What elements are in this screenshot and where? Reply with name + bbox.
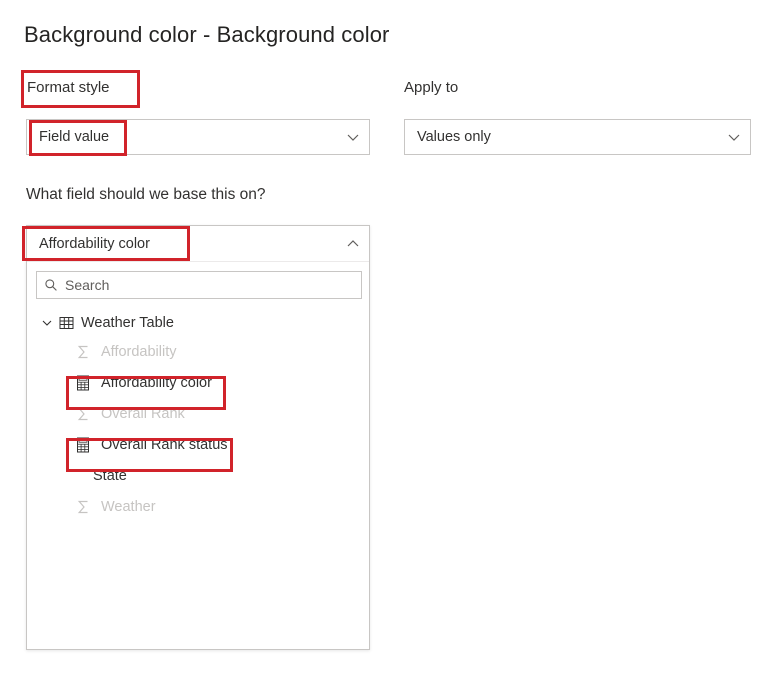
search-icon [37,278,65,292]
tree-item-label: State [93,467,127,484]
apply-to-value: Values only [417,129,491,145]
format-style-value: Field value [39,129,110,145]
table-icon [55,316,77,330]
tree-table-weather-table[interactable]: Weather Table [27,310,369,336]
apply-to-dropdown[interactable]: Values only [404,119,751,155]
tree-item-overall-rank[interactable]: Overall Rank [27,398,369,429]
search-box[interactable] [36,271,362,299]
sigma-icon [73,345,93,359]
format-style-dropdown[interactable]: Field value [26,119,370,155]
tree-item-label: Overall Rank status [101,436,228,453]
tree-item-label: Affordability color [101,374,212,391]
chevron-up-icon[interactable] [337,237,369,251]
base-field-picker: Affordability color Search Weather Table… [26,225,370,650]
base-field-value: Affordability color [39,235,150,252]
tree-table-label: Weather Table [81,315,174,331]
tree-item-affordability-color[interactable]: Affordability color [27,367,369,398]
tree-item-label: Affordability [101,343,177,360]
chevron-down-icon[interactable] [337,130,369,144]
tree-item-label: Overall Rank [101,405,185,422]
base-field-dropdown[interactable]: Affordability color [27,226,369,262]
measure-icon [73,437,93,453]
chevron-down-icon[interactable] [718,130,750,144]
tree-item-overall-rank-status[interactable]: Overall Rank status [27,429,369,460]
tree-item-label: Weather [101,498,156,515]
measure-icon [73,375,93,391]
tree-item-affordability[interactable]: Affordability [27,336,369,367]
tree-item-weather[interactable]: Weather [27,491,369,522]
field-tree: Weather Table Affordability Affordabilit… [27,310,369,522]
background-color-settings-panel: Background color - Background color Form… [0,0,777,675]
sigma-icon [73,500,93,514]
chevron-down-icon[interactable] [39,317,55,329]
tree-item-state[interactable]: State [27,460,369,491]
page-title: Background color - Background color [24,22,390,47]
base-field-question: What field should we base this on? [26,186,266,203]
search-input[interactable] [65,277,361,293]
format-style-label: Format style [27,79,110,96]
apply-to-label: Apply to [404,79,459,96]
sigma-icon [73,407,93,421]
